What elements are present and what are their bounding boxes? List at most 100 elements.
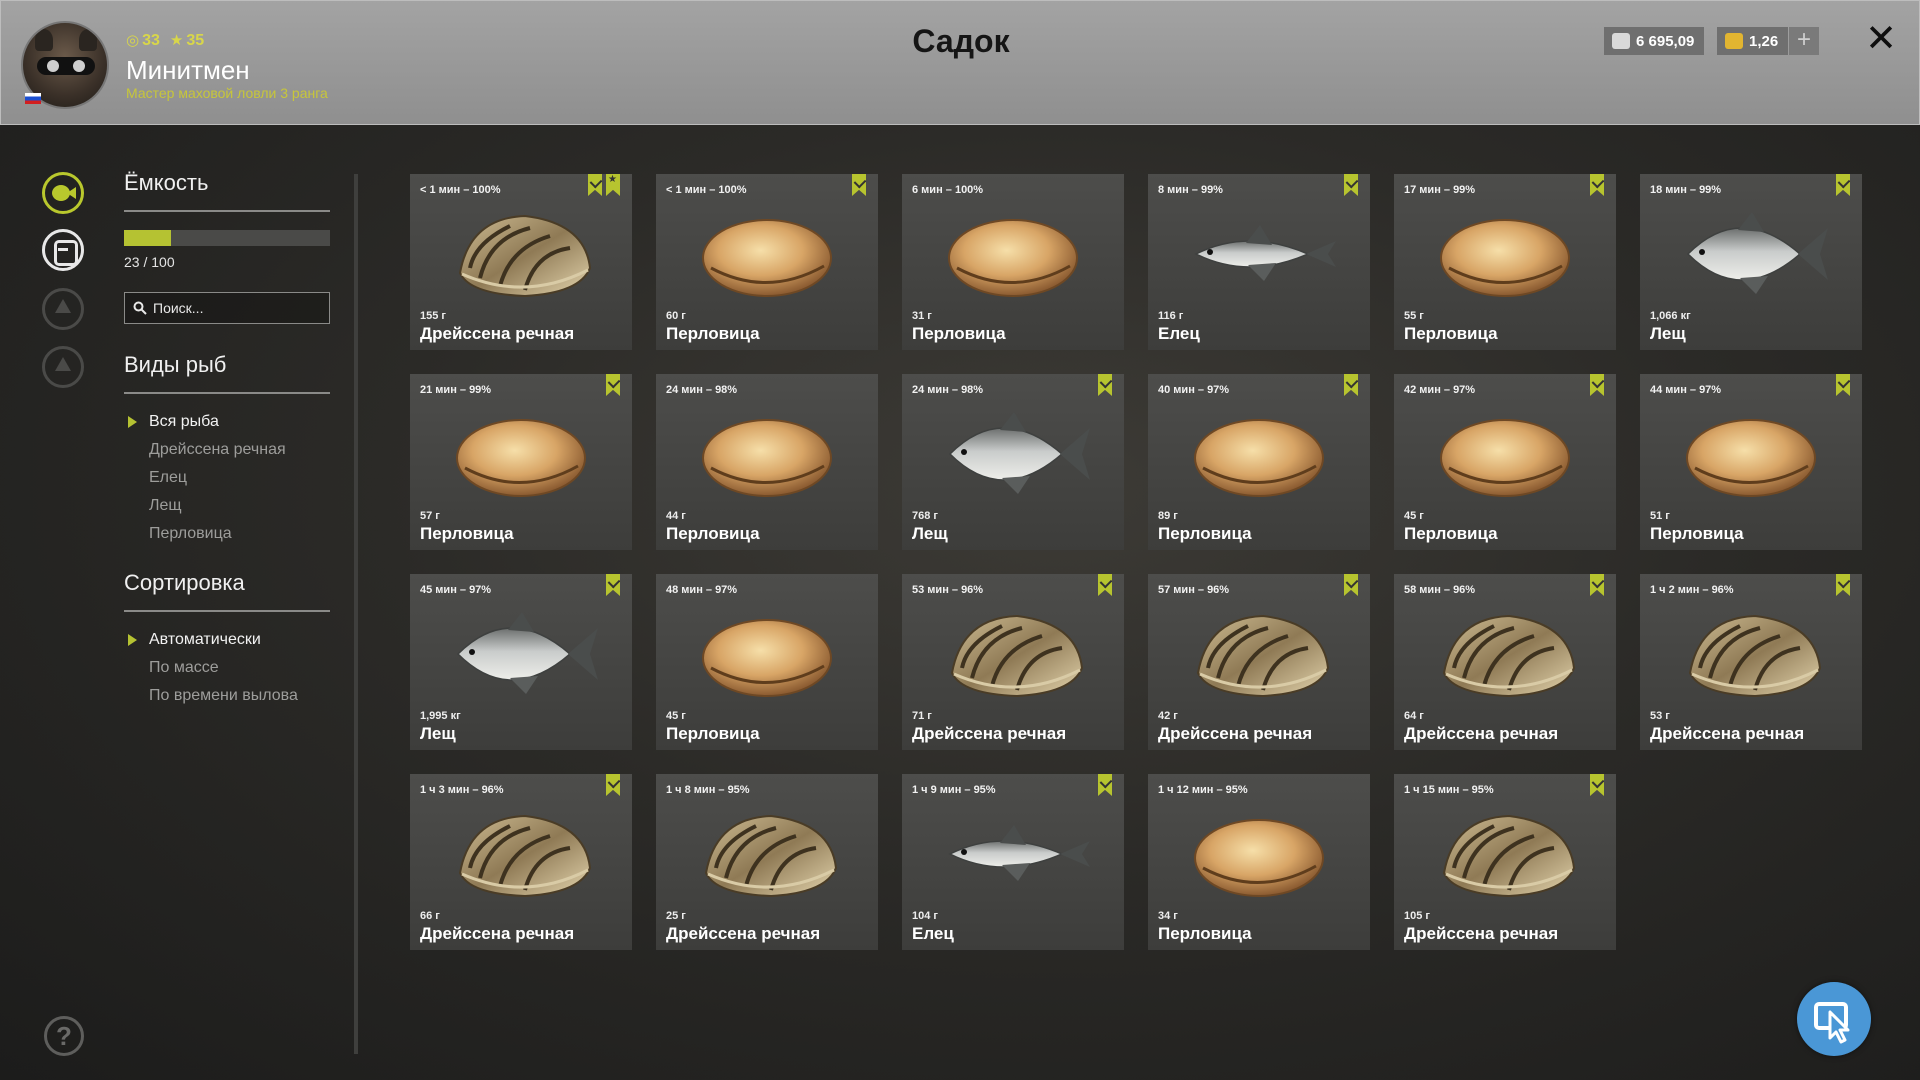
fish-image bbox=[430, 598, 612, 708]
fish-tab-icon[interactable] bbox=[42, 172, 84, 214]
species-filter-item[interactable]: Перловица bbox=[124, 520, 330, 548]
catch-card[interactable]: < 1 мин – 100% 155 г Дрейссена речная bbox=[410, 174, 632, 350]
sort-option[interactable]: Автоматически bbox=[124, 626, 330, 654]
mussel-image bbox=[1168, 598, 1350, 708]
bookmark-check-icon[interactable] bbox=[606, 574, 620, 596]
catch-card[interactable]: 1 ч 15 мин – 95% 105 г Дрейссена речная bbox=[1394, 774, 1616, 950]
catch-marks bbox=[1836, 374, 1850, 396]
search-input[interactable] bbox=[153, 300, 323, 316]
catch-card[interactable]: 42 мин – 97% 45 г Перловица bbox=[1394, 374, 1616, 550]
bookmark-check-icon[interactable] bbox=[1590, 774, 1604, 796]
catch-card[interactable]: 1 ч 8 мин – 95% 25 г Дрейссена речная bbox=[656, 774, 878, 950]
bookmark-check-icon[interactable] bbox=[1344, 174, 1358, 196]
catch-name: Дрейссена речная bbox=[1158, 724, 1313, 743]
bookmark-check-icon[interactable] bbox=[852, 174, 866, 196]
bookmark-check-icon[interactable] bbox=[588, 174, 602, 196]
catch-time: < 1 мин – 100% bbox=[420, 184, 501, 196]
catch-card[interactable]: 57 мин – 96% 42 г Дрейссена речная bbox=[1148, 574, 1370, 750]
bookmark-check-icon[interactable] bbox=[1098, 574, 1112, 596]
catch-card[interactable]: 24 мин – 98% 768 г Лещ bbox=[902, 374, 1124, 550]
bookmark-check-icon[interactable] bbox=[1098, 374, 1112, 396]
catch-weight: 44 г bbox=[666, 510, 686, 522]
catch-name: Лещ bbox=[912, 524, 948, 543]
catch-name: Дрейссена речная bbox=[666, 924, 821, 943]
catch-card[interactable]: < 1 мин – 100% 60 г Перловица bbox=[656, 174, 878, 350]
catch-marks bbox=[1344, 374, 1358, 396]
catch-time: 1 ч 2 мин – 96% bbox=[1650, 584, 1734, 596]
close-button[interactable]: ✕ bbox=[1863, 20, 1899, 58]
catch-name: Дрейссена речная bbox=[420, 924, 575, 943]
catch-card[interactable]: 44 мин – 97% 51 г Перловица bbox=[1640, 374, 1862, 550]
sort-option[interactable]: По времени вылова bbox=[124, 682, 330, 710]
catch-weight: 155 г bbox=[420, 310, 446, 322]
fish-image bbox=[922, 798, 1104, 908]
catch-weight: 34 г bbox=[1158, 910, 1178, 922]
catch-time: 1 ч 12 мин – 95% bbox=[1158, 784, 1248, 796]
mussel-image bbox=[1414, 798, 1596, 908]
cursor-mode-button[interactable] bbox=[1797, 982, 1871, 1056]
catch-time: 18 мин – 99% bbox=[1650, 184, 1722, 196]
capacity-title: Ёмкость bbox=[124, 170, 330, 212]
bookmark-star-icon[interactable] bbox=[606, 174, 620, 196]
bookmark-check-icon[interactable] bbox=[1590, 174, 1604, 196]
mussel-image bbox=[676, 798, 858, 908]
cursor-icon bbox=[1814, 1002, 1850, 1044]
catch-card[interactable]: 40 мин – 97% 89 г Перловица bbox=[1148, 374, 1370, 550]
search-box[interactable] bbox=[124, 292, 330, 324]
bookmark-check-icon[interactable] bbox=[1590, 374, 1604, 396]
home-tab-icon[interactable] bbox=[42, 346, 84, 388]
catch-card[interactable]: 53 мин – 96% 71 г Дрейссена речная bbox=[902, 574, 1124, 750]
species-filter-item[interactable]: Вся рыба bbox=[124, 408, 330, 436]
clam-image bbox=[1660, 398, 1842, 508]
sort-option[interactable]: По массе bbox=[124, 654, 330, 682]
catch-card[interactable]: 8 мин – 99% 116 г Елец bbox=[1148, 174, 1370, 350]
catch-card[interactable]: 21 мин – 99% 57 г Перловица bbox=[410, 374, 632, 550]
clam-image bbox=[676, 198, 858, 308]
catch-weight: 116 г bbox=[1158, 310, 1184, 322]
catch-card[interactable]: 45 мин – 97% 1,995 кг Лещ bbox=[410, 574, 632, 750]
bookmark-check-icon[interactable] bbox=[606, 774, 620, 796]
species-filter-item[interactable]: Лещ bbox=[124, 492, 330, 520]
catch-marks bbox=[1344, 174, 1358, 196]
player-rank: Мастер маховой ловли 3 ранга bbox=[126, 85, 328, 101]
catch-time: 24 мин – 98% bbox=[666, 384, 738, 396]
bookmark-check-icon[interactable] bbox=[1098, 774, 1112, 796]
clam-image bbox=[1414, 398, 1596, 508]
catch-card[interactable]: 48 мин – 97% 45 г Перловица bbox=[656, 574, 878, 750]
catch-time: 1 ч 9 мин – 95% bbox=[912, 784, 996, 796]
bookmark-check-icon[interactable] bbox=[1836, 574, 1850, 596]
catch-card[interactable]: 24 мин – 98% 44 г Перловица bbox=[656, 374, 878, 550]
catch-time: 57 мин – 96% bbox=[1158, 584, 1230, 596]
catch-time: 40 мин – 97% bbox=[1158, 384, 1230, 396]
clam-image bbox=[676, 398, 858, 508]
species-filter-item[interactable]: Елец bbox=[124, 464, 330, 492]
catch-card[interactable]: 1 ч 9 мин – 95% 104 г Елец bbox=[902, 774, 1124, 950]
catch-weight: 64 г bbox=[1404, 710, 1424, 722]
catch-weight: 768 г bbox=[912, 510, 938, 522]
catch-card[interactable]: 1 ч 3 мин – 96% 66 г Дрейссена речная bbox=[410, 774, 632, 950]
catch-card[interactable]: 58 мин – 96% 64 г Дрейссена речная bbox=[1394, 574, 1616, 750]
bookmark-check-icon[interactable] bbox=[1836, 174, 1850, 196]
catch-card[interactable]: 17 мин – 99% 55 г Перловица bbox=[1394, 174, 1616, 350]
bookmark-check-icon[interactable] bbox=[606, 374, 620, 396]
bookmark-check-icon[interactable] bbox=[1836, 374, 1850, 396]
bookmark-check-icon[interactable] bbox=[1344, 574, 1358, 596]
catch-name: Дрейссена речная bbox=[912, 724, 1067, 743]
gold-value: 1,26 bbox=[1749, 32, 1779, 50]
catch-card[interactable]: 1 ч 2 мин – 96% 53 г Дрейссена речная bbox=[1640, 574, 1862, 750]
help-button[interactable]: ? bbox=[44, 1016, 84, 1056]
bookmark-check-icon[interactable] bbox=[1590, 574, 1604, 596]
clam-image bbox=[1414, 198, 1596, 308]
catch-name: Лещ bbox=[420, 724, 456, 743]
catch-name: Перловица bbox=[912, 324, 1006, 343]
catch-card[interactable]: 1 ч 12 мин – 95% 34 г Перловица bbox=[1148, 774, 1370, 950]
species-filter-item[interactable]: Дрейссена речная bbox=[124, 436, 330, 464]
inactive-tab-icon[interactable] bbox=[42, 288, 84, 330]
catch-card[interactable]: 18 мин – 99% 1,066 кг Лещ bbox=[1640, 174, 1862, 350]
add-currency-button[interactable]: + bbox=[1789, 27, 1819, 55]
catch-time: 1 ч 8 мин – 95% bbox=[666, 784, 750, 796]
keepnet-tab-icon[interactable] bbox=[42, 229, 84, 271]
bookmark-check-icon[interactable] bbox=[1344, 374, 1358, 396]
catch-card[interactable]: 6 мин – 100% 31 г Перловица bbox=[902, 174, 1124, 350]
catch-name: Дрейссена речная bbox=[1404, 724, 1559, 743]
